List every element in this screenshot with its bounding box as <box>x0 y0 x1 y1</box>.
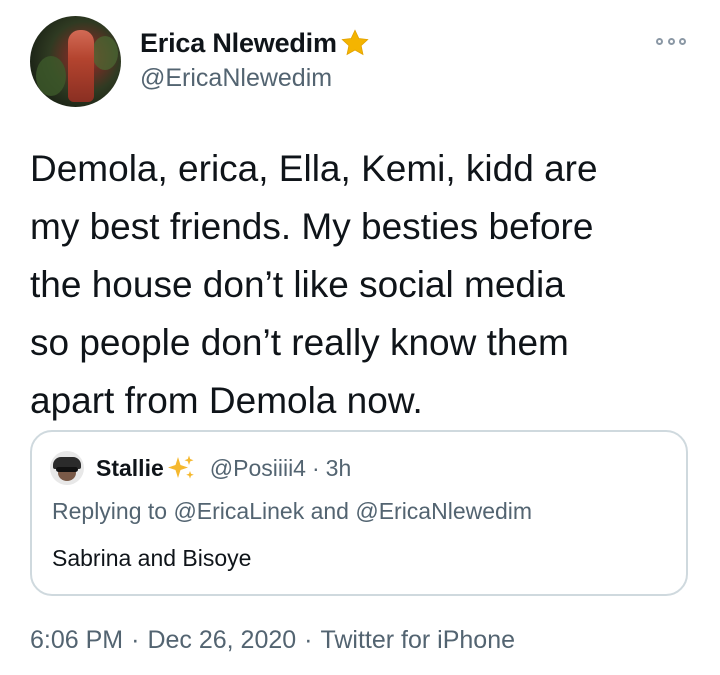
author-display-name[interactable]: Erica Nlewedim <box>140 28 337 59</box>
quoted-tweet-card[interactable]: Stallie @Posiiii4 · 3h Replying to @Eric… <box>30 430 688 596</box>
replying-to-text: Replying to @EricaLinek and @EricaNlewed… <box>52 498 533 524</box>
more-dot <box>656 37 663 45</box>
tweet-header: Erica Nlewedim @EricaNlewedim <box>30 16 690 108</box>
separator-dot: · <box>311 454 320 481</box>
more-dot <box>667 37 675 45</box>
sparkles-icon <box>167 455 194 479</box>
avatar-foliage <box>36 56 66 96</box>
avatar-glasses <box>56 467 78 472</box>
quoted-author-avatar <box>50 451 84 485</box>
author-names: Erica Nlewedim @EricaNlewedim <box>140 24 370 93</box>
more-dot <box>679 37 686 45</box>
tweet-source[interactable]: Twitter for iPhone <box>320 626 515 654</box>
separator-dot: · <box>304 626 313 654</box>
avatar-foliage <box>92 36 118 70</box>
quoted-tweet-header: Stallie @Posiiii4 · 3h <box>50 450 351 486</box>
star-icon <box>341 29 369 56</box>
tweet-text: Demola, erica, Ella, Kemi, kidd are my b… <box>30 148 598 421</box>
display-name-row: Erica Nlewedim <box>140 24 370 62</box>
avatar-figure <box>68 30 94 102</box>
tweet-date[interactable]: Dec 26, 2020 <box>147 626 296 654</box>
more-options-icon[interactable] <box>656 36 686 46</box>
tweet-meta: 6:06 PM · Dec 26, 2020 · Twitter for iPhone <box>30 626 515 655</box>
quoted-tweet-time: 3h <box>325 454 352 481</box>
quoted-author-handle: @Posiiii4 <box>209 454 306 481</box>
author-handle[interactable]: @EricaNlewedim <box>140 64 370 93</box>
separator-dot: · <box>131 626 140 654</box>
quoted-tweet-text: Sabrina and Bisoye <box>52 545 252 571</box>
author-avatar[interactable] <box>30 16 121 107</box>
quoted-author-name: Stallie <box>96 454 164 481</box>
tweet-time[interactable]: 6:06 PM <box>30 626 123 654</box>
